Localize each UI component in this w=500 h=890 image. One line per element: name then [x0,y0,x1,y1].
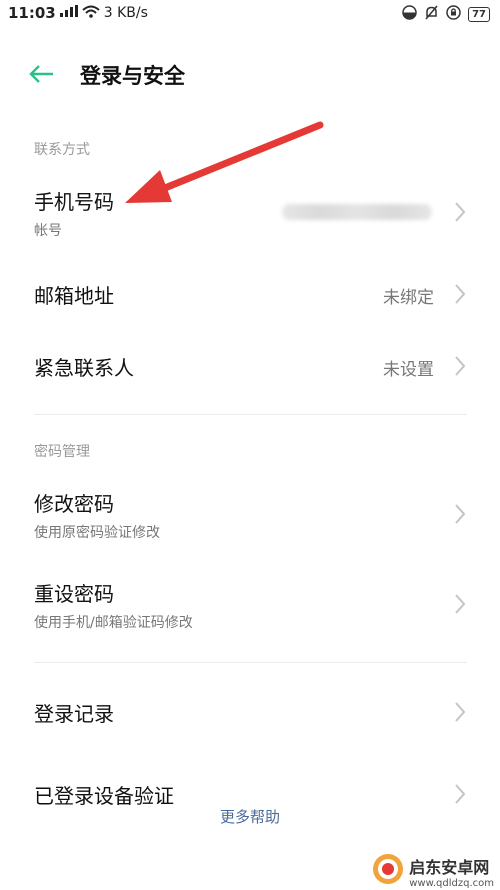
login-records-title: 登录记录 [34,702,114,726]
header: 登录与安全 [0,52,500,96]
change-password-title: 修改密码 [34,492,114,516]
lock-rotation-icon [446,5,461,24]
reset-password-row[interactable]: 重设密码 使用手机/邮箱验证码修改 [0,564,500,646]
wifi-icon [82,5,100,22]
arrow-left-icon [28,65,56,92]
email-value: 未绑定 [383,288,434,308]
section-divider [34,662,467,663]
phone-number-subtitle: 帐号 [34,223,62,239]
chevron-right-icon [455,594,466,614]
phone-number-value-blurred [282,204,432,220]
watermark-url: www.qdldzq.com [409,877,494,889]
reset-password-title: 重设密码 [34,582,114,606]
chevron-right-icon [455,356,466,376]
watermark-title: 启东安卓网 [409,857,490,877]
network-speed: 3 KB/s [103,5,148,21]
chevron-right-icon [455,784,466,804]
chevron-right-icon [455,702,466,722]
bell-muted-icon [424,5,439,24]
change-password-subtitle: 使用原密码验证修改 [34,525,160,541]
back-button[interactable] [28,60,60,88]
section-divider [34,414,467,415]
more-help-link[interactable]: 更多帮助 [0,806,500,827]
reset-password-subtitle: 使用手机/邮箱验证码修改 [34,615,193,631]
page-title: 登录与安全 [80,64,185,88]
signal-icon [59,5,78,21]
emergency-contact-row[interactable]: 紧急联系人 未设置 [0,334,500,398]
device-verification-title: 已登录设备验证 [34,784,174,808]
email-title: 邮箱地址 [34,284,114,308]
status-right: 77 [402,5,490,24]
section-label-password: 密码管理 [34,444,90,460]
emergency-contact-value: 未设置 [383,360,434,380]
phone-number-title: 手机号码 [34,190,114,214]
status-bar: 11:03 3 KB/s 77 [0,0,500,28]
status-time: 11:03 [8,4,56,22]
watermark: 启东安卓网 www.qdldzq.com [371,852,494,890]
phone-number-row[interactable]: 手机号码 帐号 [0,172,500,248]
email-row[interactable]: 邮箱地址 未绑定 [0,262,500,326]
status-left: 11:03 3 KB/s [8,4,148,22]
section-label-contact: 联系方式 [34,142,90,158]
chevron-right-icon [455,504,466,524]
login-records-row[interactable]: 登录记录 [0,682,500,744]
watermark-text: 启东安卓网 www.qdldzq.com [409,854,494,889]
emergency-contact-title: 紧急联系人 [34,356,134,380]
do-not-disturb-icon [402,5,417,24]
change-password-row[interactable]: 修改密码 使用原密码验证修改 [0,474,500,556]
watermark-logo-icon [371,852,405,890]
chevron-right-icon [455,284,466,304]
battery-icon: 77 [468,7,490,22]
chevron-right-icon [455,202,466,222]
